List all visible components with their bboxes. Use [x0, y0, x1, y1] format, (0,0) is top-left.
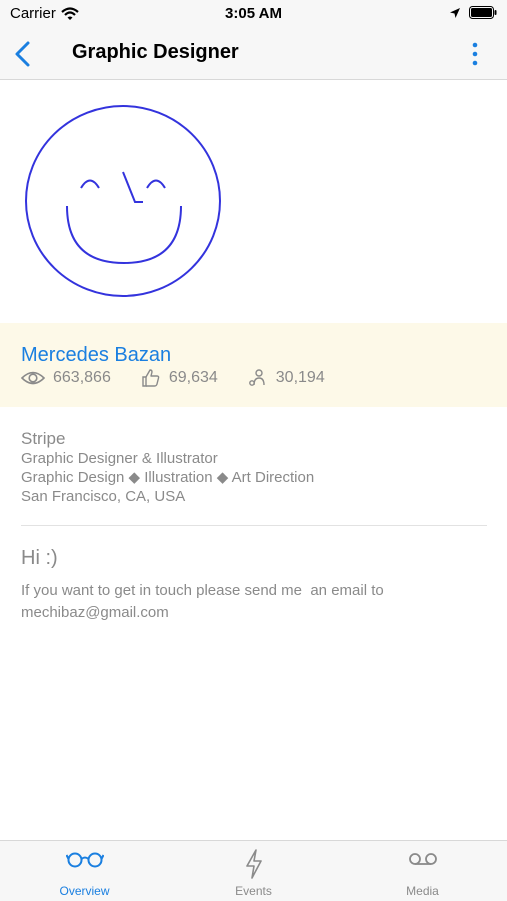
followers-count: 30,194 — [275, 369, 325, 386]
more-options-icon[interactable] — [471, 42, 479, 66]
profile-summary: Mercedes Bazan 663,866 69,634 30,194 — [0, 323, 507, 407]
location-label: San Francisco, CA, USA — [21, 488, 186, 505]
views-count: 663,866 — [53, 369, 111, 386]
tab-bar: Overview Events Media — [0, 840, 507, 901]
lightning-icon — [245, 849, 262, 879]
tab-events-label: Events — [235, 884, 272, 898]
avatar-smiley-illustration — [25, 105, 221, 297]
tab-overview-label: Overview — [59, 884, 110, 898]
glasses-icon — [65, 852, 104, 868]
followers-icon — [248, 369, 265, 386]
status-time: 3:05 AM — [225, 5, 282, 22]
thumbs-up-icon — [142, 369, 160, 387]
likes-count: 69,634 — [168, 369, 218, 386]
profile-stats: 663,866 69,634 30,194 — [21, 368, 355, 388]
section-divider — [21, 525, 487, 526]
about-message: If you want to get in touch please send … — [21, 582, 388, 621]
tab-overview[interactable]: Overview — [0, 841, 169, 901]
likes-stat: 69,634 — [141, 368, 218, 388]
company-label: Stripe — [21, 429, 66, 448]
back-chevron-icon[interactable] — [12, 40, 36, 68]
battery-icon — [469, 6, 497, 19]
voicemail-icon — [408, 853, 437, 865]
skills-label: Graphic Design ◆ Illustration ◆ Art Dire… — [21, 469, 315, 486]
role-label: Graphic Designer & Illustrator — [21, 450, 218, 467]
profile-name[interactable]: Mercedes Bazan — [21, 344, 171, 367]
followers-stat: 30,194 — [248, 368, 325, 388]
navigation-bar: Graphic Designer — [0, 28, 507, 80]
views-stat: 663,866 — [21, 369, 111, 387]
tab-events[interactable]: Events — [169, 841, 338, 901]
status-bar: Carrier 3:05 AM — [0, 0, 507, 28]
tab-media-label: Media — [406, 884, 439, 898]
location-arrow-icon — [450, 7, 460, 18]
tab-media[interactable]: Media — [338, 841, 507, 901]
page-title: Graphic Designer — [72, 41, 239, 63]
eye-icon — [21, 371, 45, 385]
about-greeting: Hi :) — [21, 547, 58, 569]
profile-info: Stripe Graphic Designer & Illustrator Gr… — [21, 428, 314, 506]
